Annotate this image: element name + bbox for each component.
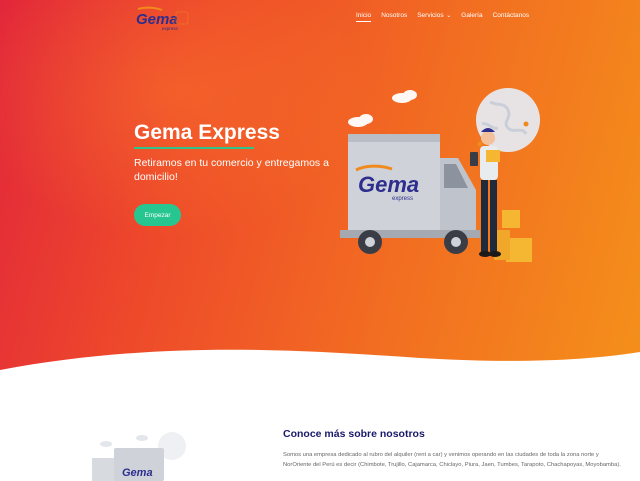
truck-logo-subtext: express	[392, 196, 413, 202]
chevron-down-icon: ⌄	[444, 13, 452, 19]
nav-item-servicios-label: Servicios	[417, 12, 444, 19]
main-nav: Inicio Nosotros Servicios ⌄ Galería Cont…	[356, 12, 530, 22]
nav-item-nosotros[interactable]: Nosotros	[381, 12, 407, 19]
hero-title-bold: Express	[198, 121, 280, 144]
about-truck-illustration: Gema	[92, 432, 186, 481]
about-title: Conoce más sobre nosotros	[283, 428, 425, 440]
hero-title: Gema Express	[134, 121, 280, 145]
nav-item-servicios[interactable]: Servicios ⌄	[417, 12, 451, 19]
hero-title-light: Gema	[134, 121, 199, 144]
nav-item-contactanos[interactable]: Contáctanos	[493, 12, 530, 19]
about-truck-logo-text: Gema	[122, 467, 153, 479]
empezar-button[interactable]: Empezar	[134, 204, 181, 226]
hero-wave-divider	[0, 349, 640, 385]
nav-item-galeria[interactable]: Galería	[461, 12, 482, 19]
nav-item-inicio[interactable]: Inicio	[356, 12, 372, 22]
hero-subtitle: Retiramos en tu comercio y entregamos a …	[134, 157, 329, 183]
logo-subtext: express	[162, 26, 179, 31]
title-underline	[134, 147, 254, 149]
about-description: Somos una empresa dedicado al rubro del …	[283, 452, 621, 468]
gema-express-logo[interactable]: Gema express	[134, 6, 190, 32]
delivery-truck-illustration: Gema express	[340, 88, 540, 262]
truck-logo-text: Gema	[358, 172, 419, 197]
